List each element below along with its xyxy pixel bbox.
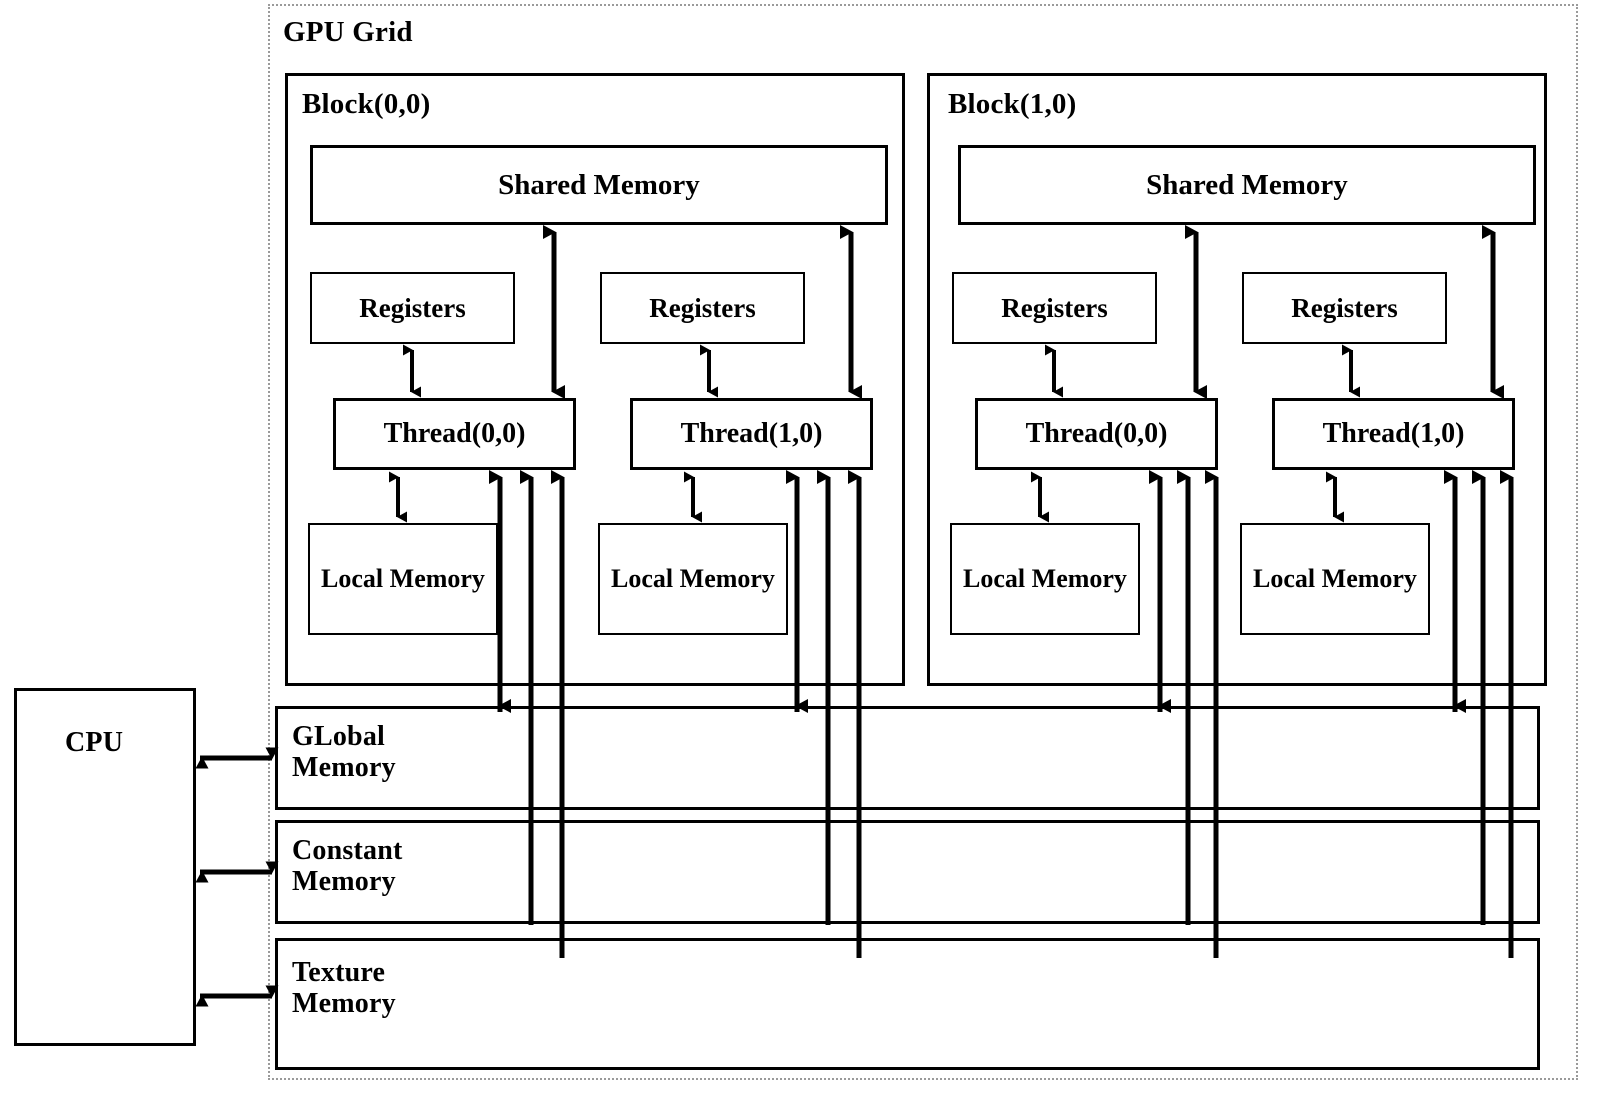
block-1-0-shared-memory: Shared Memory — [958, 145, 1536, 225]
block-1-0-label: Block(1,0) — [948, 88, 1077, 120]
block-0-0-thread-1-registers-label: Registers — [649, 292, 756, 323]
block-1-0-thread-1: Thread(1,0) — [1272, 398, 1515, 470]
block-1-0-shared-memory-label: Shared Memory — [1146, 168, 1348, 201]
block-0-0-thread-0-local-memory-label: Local Memory — [321, 564, 485, 593]
block-0-0-thread-0-local-memory: Local Memory — [308, 523, 498, 635]
block-0-0-thread-1-registers: Registers — [600, 272, 805, 344]
cpu-box: CPU — [14, 688, 196, 1046]
block-1-0-thread-1-local-memory: Local Memory — [1240, 523, 1430, 635]
block-0-0-thread-1: Thread(1,0) — [630, 398, 873, 470]
block-0-0-shared-memory-label: Shared Memory — [498, 168, 700, 201]
block-0-0-thread-1-local-memory-label: Local Memory — [611, 564, 775, 593]
block-0-0-shared-memory: Shared Memory — [310, 145, 888, 225]
block-0-0-thread-1-local-memory: Local Memory — [598, 523, 788, 635]
block-1-0-thread-0-local-memory: Local Memory — [950, 523, 1140, 635]
texture-memory-box: Texture Memory — [275, 938, 1540, 1070]
block-1-0-thread-1-local-memory-label: Local Memory — [1253, 564, 1417, 593]
block-1-0-thread-1-label: Thread(1,0) — [1322, 418, 1465, 449]
cpu-label: CPU — [65, 727, 124, 758]
block-0-0-thread-0-registers: Registers — [310, 272, 515, 344]
constant-memory-label: Constant Memory — [292, 835, 403, 898]
block-1-0-thread-1-registers-label: Registers — [1291, 292, 1398, 323]
block-1-0-thread-0-registers: Registers — [952, 272, 1157, 344]
gpu-memory-architecture-diagram: GPU Grid Block(0,0) Shared Memory Regist… — [0, 0, 1601, 1100]
texture-memory-label: Texture Memory — [292, 957, 396, 1020]
block-1-0-thread-1-registers: Registers — [1242, 272, 1447, 344]
block-1-0-thread-0-local-memory-label: Local Memory — [963, 564, 1127, 593]
block-0-0-thread-0: Thread(0,0) — [333, 398, 576, 470]
constant-memory-box: Constant Memory — [275, 820, 1540, 924]
page-title: GPU Grid — [283, 16, 413, 48]
block-0-0-thread-1-label: Thread(1,0) — [680, 418, 823, 449]
block-0-0-label: Block(0,0) — [302, 88, 431, 120]
block-1-0-thread-0-label: Thread(0,0) — [1025, 418, 1168, 449]
global-memory-box: GLobal Memory — [275, 706, 1540, 810]
global-memory-label: GLobal Memory — [292, 721, 396, 784]
block-0-0-thread-0-registers-label: Registers — [359, 292, 466, 323]
block-0-0-thread-0-label: Thread(0,0) — [383, 418, 526, 449]
block-1-0-thread-0-registers-label: Registers — [1001, 292, 1108, 323]
block-1-0-thread-0: Thread(0,0) — [975, 398, 1218, 470]
